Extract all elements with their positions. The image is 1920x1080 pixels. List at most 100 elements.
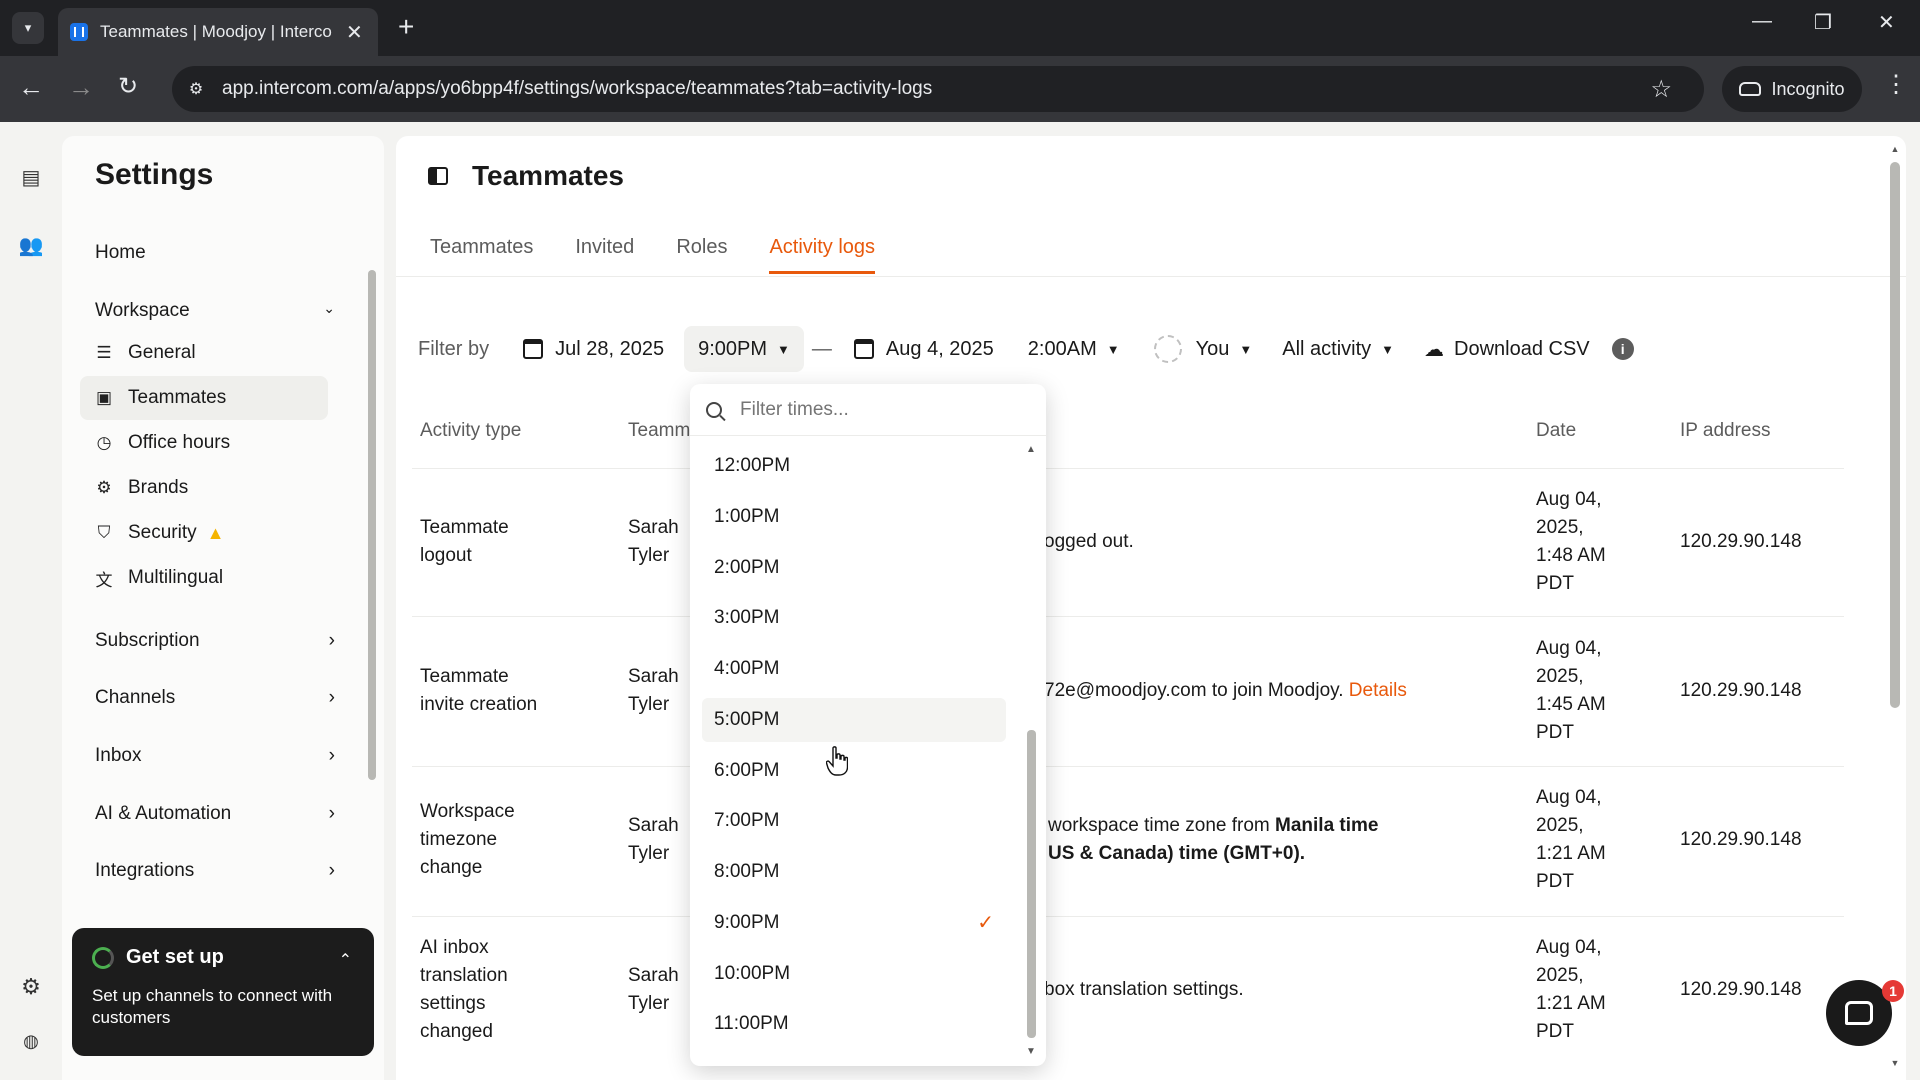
chevron-down-icon: ⌄: [323, 300, 335, 316]
forward-icon[interactable]: →: [68, 70, 94, 104]
tab-teammates[interactable]: Teammates: [430, 236, 533, 274]
chevron-up-icon[interactable]: ⌃: [339, 950, 352, 970]
sidebar-item-label: Brands: [128, 477, 189, 498]
sidebar-section-channels[interactable]: Channels ›: [95, 687, 335, 709]
minimize-icon[interactable]: —: [1752, 10, 1772, 33]
sidebar-item-office-hours[interactable]: ◷ Office hours: [80, 421, 328, 465]
tab-close-icon[interactable]: ✕: [346, 20, 363, 45]
url-text[interactable]: app.intercom.com/a/apps/yo6bpp4f/setting…: [222, 78, 932, 100]
time-option[interactable]: 10:00PM: [702, 952, 1006, 996]
back-icon[interactable]: ←: [18, 70, 44, 104]
browser-menu-icon[interactable]: ⋮: [1884, 70, 1908, 99]
activity-type: Workspace: [420, 801, 515, 822]
time-option[interactable]: 11:00PM: [702, 1002, 1006, 1046]
date-value: Aug 04,: [1536, 489, 1602, 510]
hand-cursor-icon: [826, 746, 848, 776]
time-option[interactable]: 1:00PM: [702, 495, 1006, 539]
teammate-filter[interactable]: You ▼: [1140, 326, 1267, 372]
sidebar-item-home[interactable]: Home: [95, 242, 146, 264]
download-csv-label: Download CSV: [1454, 337, 1590, 360]
caret-down-icon: ▼: [777, 341, 790, 357]
time-option[interactable]: 4:00PM: [702, 647, 1006, 691]
caret-down-icon: ▼: [1381, 341, 1395, 357]
end-date-picker[interactable]: Aug 4, 2025: [840, 326, 1008, 372]
tab-activity-logs[interactable]: Activity logs: [769, 236, 876, 274]
sidebar-section-subscription[interactable]: Subscription ›: [95, 630, 335, 652]
download-csv-button[interactable]: ☁ Download CSV: [1410, 326, 1604, 372]
browser-tab[interactable]: Teammates | Moodjoy | Interco ✕: [58, 8, 378, 56]
end-time-select[interactable]: 2:00AM ▼: [1014, 326, 1134, 372]
incognito-indicator[interactable]: Incognito: [1722, 66, 1862, 112]
section-label: Inbox: [95, 745, 142, 766]
address-bar[interactable]: ⚙ app.intercom.com/a/apps/yo6bpp4f/setti…: [172, 66, 1704, 112]
activity-description: box translation settings.: [1044, 979, 1244, 1000]
time-option-selected[interactable]: 9:00PM ✓: [702, 901, 1006, 945]
sidebar-section-integrations[interactable]: Integrations ›: [95, 860, 335, 882]
sidebar-toggle-icon[interactable]: [428, 167, 448, 185]
sidebar-scrollbar[interactable]: [368, 248, 376, 813]
chevron-right-icon: ›: [328, 745, 335, 766]
sidebar-section-inbox[interactable]: Inbox ›: [95, 745, 335, 767]
main-scrollbar[interactable]: ▲ ▼: [1890, 144, 1900, 1072]
dropdown-scroll-up-icon[interactable]: ▲: [1026, 444, 1036, 455]
start-date-picker[interactable]: Jul 28, 2025: [509, 326, 678, 372]
inbox-icon[interactable]: ▤: [18, 164, 44, 190]
shapes-icon: ⚙: [96, 478, 112, 497]
time-option[interactable]: 8:00PM: [702, 850, 1006, 894]
new-tab-button[interactable]: +: [398, 12, 414, 42]
settings-gear-icon[interactable]: ⚙: [16, 972, 46, 1002]
dropdown-scroll-down-icon[interactable]: ▼: [1026, 1046, 1036, 1057]
reload-icon[interactable]: ↻: [118, 70, 138, 104]
time-filter-search: [690, 384, 1046, 436]
sidebar-scroll-thumb[interactable]: [368, 270, 376, 780]
row-divider: [412, 616, 1844, 617]
time-option[interactable]: 12:00PM: [702, 444, 1006, 488]
bookmark-star-icon[interactable]: ☆: [1650, 75, 1672, 104]
dropdown-scroll-thumb[interactable]: [1027, 730, 1036, 1038]
workspace-avatar-icon[interactable]: ◍: [16, 1026, 46, 1056]
site-info-icon[interactable]: ⚙: [184, 77, 208, 101]
sidebar-item-general[interactable]: ☰ General: [80, 331, 328, 375]
activity-filter[interactable]: All activity ▼: [1268, 326, 1408, 372]
info-icon[interactable]: i: [1611, 338, 1634, 360]
chevron-right-icon: ›: [328, 803, 335, 824]
caret-down-icon: ▼: [1239, 341, 1253, 357]
settings-title: Settings: [95, 158, 214, 191]
row-divider: [412, 916, 1844, 917]
details-link[interactable]: Details: [1349, 680, 1407, 701]
incognito-icon: [1739, 82, 1762, 96]
sidebar-item-brands[interactable]: ⚙ Brands: [80, 466, 328, 510]
date-value: Aug 04,: [1536, 787, 1602, 808]
sidebar-section-workspace[interactable]: Workspace ⌄: [95, 300, 335, 322]
time-filter-input[interactable]: [740, 398, 1020, 421]
get-set-up-body: Set up channels to connect with customer…: [92, 986, 333, 1027]
close-window-icon[interactable]: ✕: [1878, 10, 1895, 35]
sidebar-item-security[interactable]: ⛉ Security ▲: [80, 511, 328, 555]
tab-invited[interactable]: Invited: [575, 236, 634, 274]
activity-description-bold: US & Canada) time (GMT+0).: [1048, 843, 1306, 864]
get-set-up-card[interactable]: Get set up ⌃ Set up channels to connect …: [72, 928, 374, 1056]
restore-icon[interactable]: ❐: [1814, 10, 1832, 35]
scroll-down-icon[interactable]: ▼: [1890, 1058, 1900, 1068]
activity-description: workspace time zone from: [1048, 815, 1276, 836]
activity-description: ogged out.: [1044, 531, 1134, 552]
time-option[interactable]: 6:00PM: [702, 749, 1006, 793]
activity-description: 72e@moodjoy.com to join Moodjoy.: [1044, 680, 1344, 701]
time-option[interactable]: 5:00PM: [702, 698, 1006, 742]
time-option[interactable]: 3:00PM: [702, 596, 1006, 640]
time-option-label: 9:00PM: [714, 912, 780, 933]
sidebar-section-ai-automation[interactable]: AI & Automation ›: [95, 803, 335, 825]
start-time-select[interactable]: 9:00PM ▼: [684, 326, 804, 372]
teammate-filter-value: You: [1195, 337, 1230, 360]
sidebar-item-multilingual[interactable]: 文 Multilingual: [80, 556, 328, 600]
contacts-icon[interactable]: 👥: [18, 232, 44, 258]
sidebar-item-teammates[interactable]: ▣ Teammates: [80, 376, 328, 420]
main-scroll-thumb[interactable]: [1890, 162, 1900, 708]
tab-search-button[interactable]: ▾: [12, 12, 44, 44]
time-option[interactable]: 7:00PM: [702, 799, 1006, 843]
time-option[interactable]: 2:00PM: [702, 546, 1006, 590]
scroll-up-icon[interactable]: ▲: [1890, 144, 1900, 154]
translate-icon: 文: [95, 570, 113, 590]
tab-roles[interactable]: Roles: [676, 236, 727, 274]
caret-down-icon: ▼: [1106, 341, 1120, 357]
